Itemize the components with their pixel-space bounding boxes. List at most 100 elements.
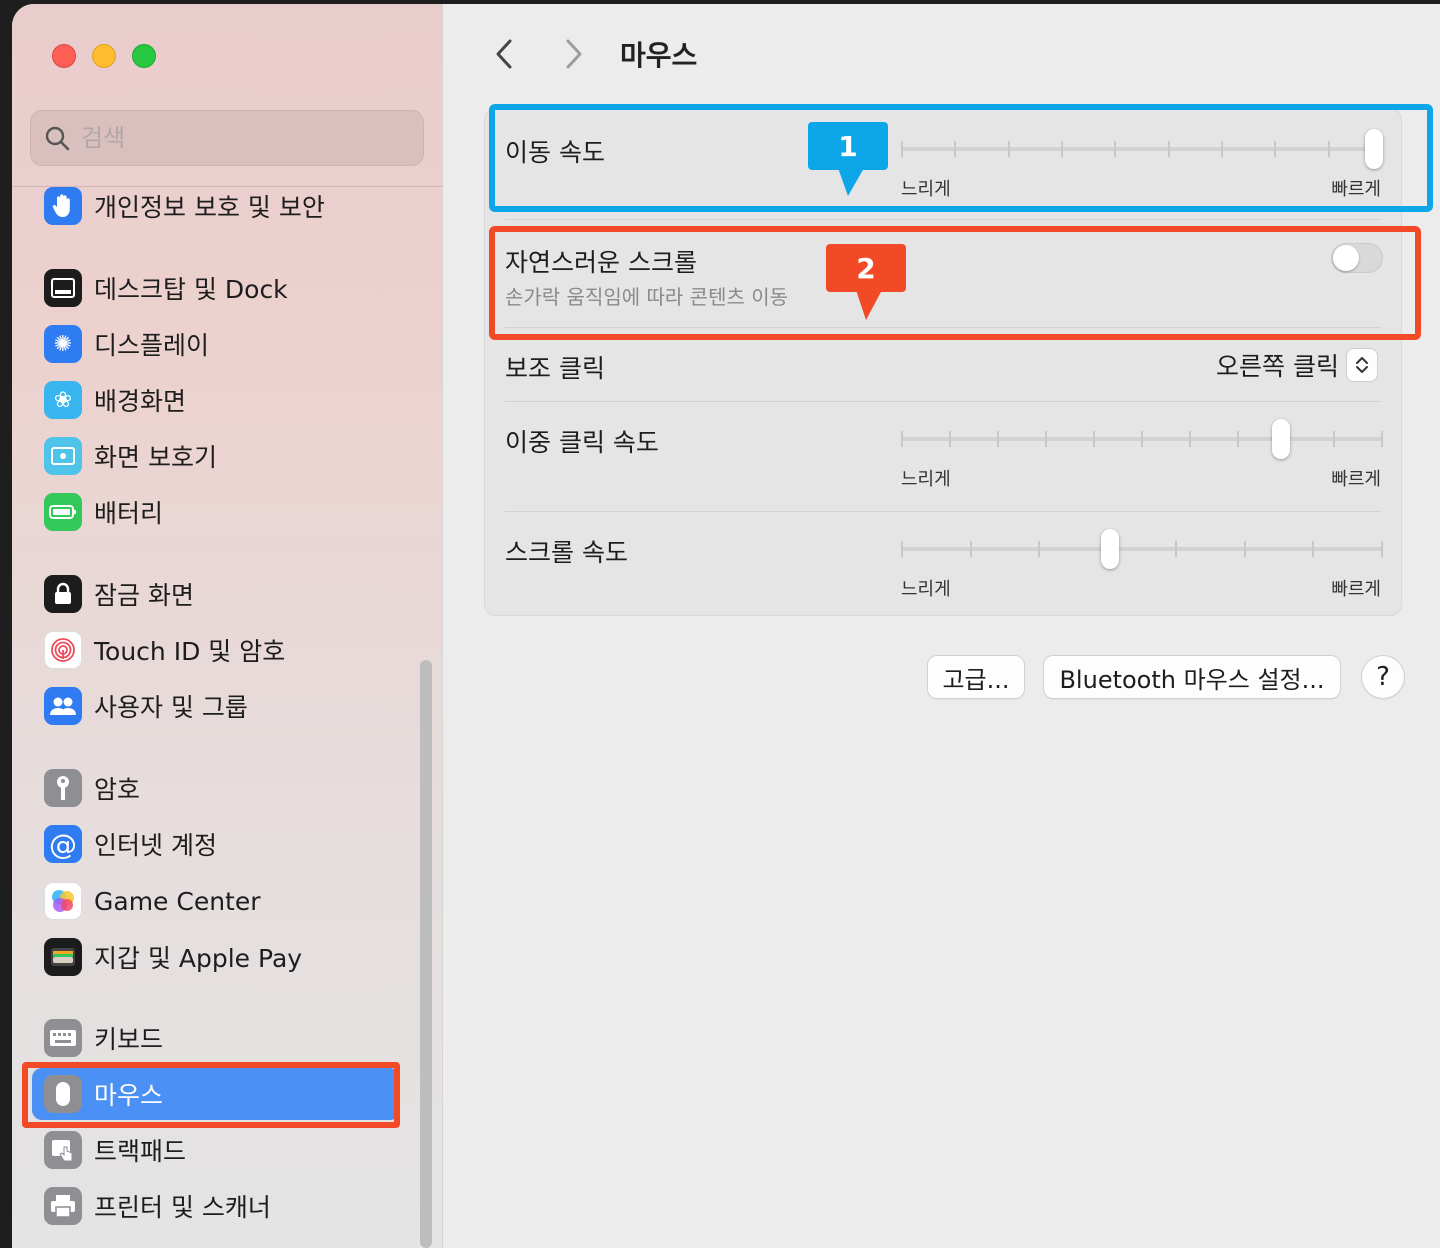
secondary-click-value: 오른쪽 클릭 bbox=[1216, 352, 1339, 381]
keyboard-icon bbox=[44, 1019, 82, 1057]
help-button[interactable]: ? bbox=[1362, 656, 1404, 698]
bluetooth-mouse-setup-button[interactable]: Bluetooth 마우스 설정... bbox=[1044, 656, 1340, 698]
sidebar-item-label: 개인정보 보호 및 보안 bbox=[94, 193, 325, 222]
sidebar-item-keyboard[interactable]: 키보드 bbox=[32, 1012, 400, 1064]
close-window-button[interactable] bbox=[52, 44, 76, 68]
sidebar-item-battery[interactable]: 배터리 bbox=[32, 486, 400, 538]
tracking-speed-highlight bbox=[489, 104, 1433, 212]
scroll-speed-slider[interactable] bbox=[901, 529, 1383, 569]
forward-button[interactable] bbox=[554, 34, 594, 74]
chevron-right-icon bbox=[566, 39, 582, 69]
slider-tick bbox=[1237, 431, 1239, 447]
minimize-window-button[interactable] bbox=[92, 44, 116, 68]
slider-tick bbox=[1093, 431, 1095, 447]
page-title: 마우스 bbox=[620, 39, 698, 72]
users-icon bbox=[44, 687, 82, 725]
slider-tick bbox=[1189, 431, 1191, 447]
sidebar-item-passwords[interactable]: 암호 bbox=[32, 762, 400, 814]
lock-icon bbox=[44, 575, 82, 613]
sidebar-item-privacy-security[interactable]: 개인정보 보호 및 보안 bbox=[32, 180, 400, 232]
sidebar-item-label: 암호 bbox=[94, 775, 141, 804]
sidebar-item-label: Touch ID 및 암호 bbox=[94, 637, 286, 666]
sidebar-item-label: 프린터 및 스캐너 bbox=[94, 1193, 271, 1222]
annotation-number: 2 bbox=[856, 251, 876, 285]
search-input[interactable] bbox=[81, 124, 381, 152]
slider-tick bbox=[901, 541, 903, 557]
slider-tick bbox=[1038, 541, 1041, 557]
sidebar-item-printers-scanners[interactable]: 프린터 및 스캐너 bbox=[32, 1180, 400, 1232]
sidebar-item-label: 데스크탑 및 Dock bbox=[94, 275, 288, 304]
sidebar: 개인정보 보호 및 보안 데스크탑 및 Dock ✺ 디스플레이 ❀ 배경화면 … bbox=[12, 4, 443, 1248]
slider-tick bbox=[1243, 541, 1246, 557]
slider-track bbox=[901, 547, 1383, 551]
double-click-speed-label: 이중 클릭 속도 bbox=[505, 428, 659, 457]
sidebar-item-label: 트랙패드 bbox=[94, 1137, 187, 1166]
window-controls bbox=[52, 44, 156, 68]
row-divider bbox=[505, 511, 1381, 512]
sidebar-item-label: 디스플레이 bbox=[94, 331, 210, 360]
secondary-click-popup[interactable]: 오른쪽 클릭 bbox=[1216, 347, 1377, 383]
annotation-number: 1 bbox=[838, 129, 858, 163]
at-icon: @ bbox=[44, 825, 82, 863]
sidebar-item-label: Game Center bbox=[94, 886, 261, 916]
key-icon bbox=[44, 769, 82, 807]
slider-tick bbox=[1333, 431, 1335, 447]
search-icon bbox=[45, 126, 70, 151]
annotation-badge-2: 2 bbox=[826, 244, 906, 320]
sidebar-item-label: 인터넷 계정 bbox=[94, 831, 217, 860]
sidebar-item-lock-screen[interactable]: 잠금 화면 bbox=[32, 568, 400, 620]
sidebar-item-internet-accounts[interactable]: @ 인터넷 계정 bbox=[32, 818, 400, 870]
back-button[interactable] bbox=[484, 34, 524, 74]
scroll-speed-max-label: 빠르게 bbox=[1331, 579, 1381, 600]
slider-tick bbox=[1175, 541, 1178, 557]
sidebar-item-wallpaper[interactable]: ❀ 배경화면 bbox=[32, 374, 400, 426]
settings-window: 개인정보 보호 및 보안 데스크탑 및 Dock ✺ 디스플레이 ❀ 배경화면 … bbox=[12, 4, 1440, 1248]
wallet-icon bbox=[44, 938, 82, 976]
sun-icon: ✺ bbox=[44, 325, 82, 363]
row-divider bbox=[505, 219, 1381, 220]
secondary-click-label: 보조 클릭 bbox=[505, 354, 605, 383]
mouse-selection-highlight bbox=[22, 1062, 400, 1128]
toolbar: 마우스 bbox=[484, 34, 697, 74]
row-divider bbox=[505, 401, 1381, 402]
slider-knob[interactable] bbox=[1100, 529, 1119, 569]
sidebar-item-screen-saver[interactable]: 화면 보호기 bbox=[32, 430, 400, 482]
search-field[interactable] bbox=[30, 110, 424, 166]
sidebar-item-trackpad[interactable]: 트랙패드 bbox=[32, 1124, 400, 1176]
sidebar-item-label: 사용자 및 그룹 bbox=[94, 693, 248, 722]
slider-tick bbox=[969, 541, 972, 557]
slider-tick bbox=[1381, 541, 1383, 557]
sidebar-item-wallet-apple-pay[interactable]: 지갑 및 Apple Pay bbox=[32, 931, 400, 983]
scroll-speed-label: 스크롤 속도 bbox=[505, 538, 628, 567]
slider-tick bbox=[1141, 431, 1143, 447]
slider-tick bbox=[901, 431, 903, 447]
screensaver-icon bbox=[44, 437, 82, 475]
double-click-speed-min-label: 느리게 bbox=[901, 469, 951, 490]
sidebar-item-label: 지갑 및 Apple Pay bbox=[94, 944, 303, 973]
sidebar-item-users-groups[interactable]: 사용자 및 그룹 bbox=[32, 680, 400, 732]
natural-scroll-highlight bbox=[489, 226, 1421, 340]
sidebar-scrollbar[interactable] bbox=[420, 660, 432, 1248]
chevron-left-icon bbox=[496, 39, 512, 69]
double-click-speed-max-label: 빠르게 bbox=[1331, 469, 1381, 490]
hand-icon bbox=[44, 187, 82, 225]
advanced-button[interactable]: 고급... bbox=[928, 656, 1024, 698]
zoom-window-button[interactable] bbox=[132, 44, 156, 68]
sidebar-item-label: 키보드 bbox=[94, 1025, 164, 1054]
slider-tick bbox=[949, 431, 951, 447]
sidebar-item-label: 잠금 화면 bbox=[94, 581, 194, 610]
game-center-icon bbox=[44, 882, 82, 920]
printer-icon bbox=[44, 1187, 82, 1225]
sidebar-item-desktop-dock[interactable]: 데스크탑 및 Dock bbox=[32, 262, 400, 314]
slider-tick bbox=[1381, 431, 1383, 447]
sidebar-item-game-center[interactable]: Game Center bbox=[32, 875, 400, 927]
sidebar-item-label: 배터리 bbox=[94, 499, 164, 528]
sidebar-item-displays[interactable]: ✺ 디스플레이 bbox=[32, 318, 400, 370]
up-down-chevron-icon bbox=[1347, 349, 1377, 381]
sidebar-item-touch-id[interactable]: Touch ID 및 암호 bbox=[32, 624, 400, 676]
flower-icon: ❀ bbox=[44, 381, 82, 419]
trackpad-icon bbox=[44, 1131, 82, 1169]
slider-tick bbox=[997, 431, 999, 447]
slider-knob[interactable] bbox=[1272, 419, 1291, 459]
double-click-speed-slider[interactable] bbox=[901, 419, 1383, 459]
